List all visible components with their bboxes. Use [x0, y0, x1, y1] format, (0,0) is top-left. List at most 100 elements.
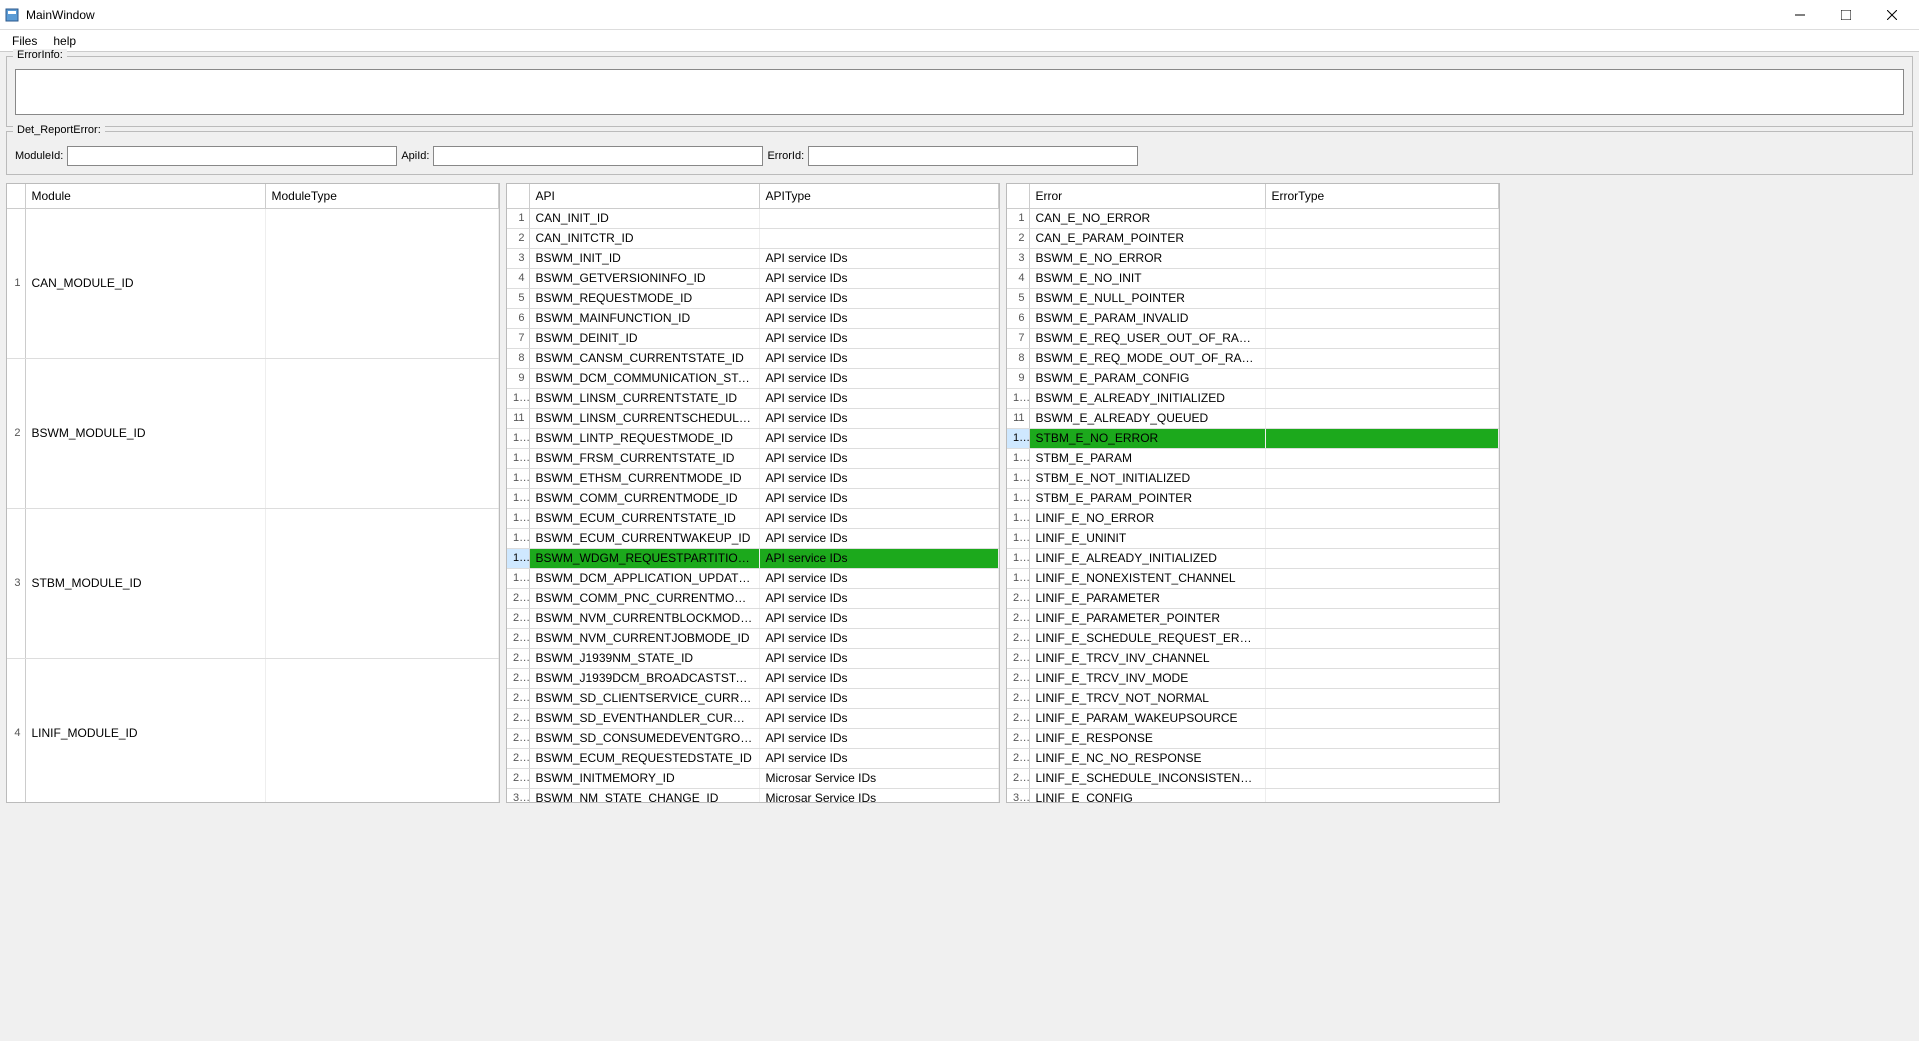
- table-row[interactable]: 3BSWM_INIT_IDAPI service IDs: [507, 248, 999, 268]
- module-col-type[interactable]: ModuleType: [265, 184, 499, 208]
- table-row[interactable]: 2BSWM_MODULE_ID: [7, 358, 499, 508]
- row-number: 25: [1007, 688, 1029, 708]
- table-row[interactable]: 26BSWM_SD_EVENTHANDLER_CURRENT_IDAPI ser…: [507, 708, 999, 728]
- table-row[interactable]: 1CAN_E_NO_ERROR: [1007, 208, 1499, 228]
- table-row[interactable]: 5BSWM_REQUESTMODE_IDAPI service IDs: [507, 288, 999, 308]
- table-row[interactable]: 23LINIF_E_TRCV_INV_CHANNEL: [1007, 648, 1499, 668]
- moduleid-input[interactable]: [67, 146, 397, 166]
- table-row[interactable]: 21LINIF_E_PARAMETER_POINTER: [1007, 608, 1499, 628]
- table-row[interactable]: 24BSWM_J1939DCM_BROADCASTSTATUS_IDAPI se…: [507, 668, 999, 688]
- row-number: 27: [1007, 728, 1029, 748]
- table-row[interactable]: 17BSWM_ECUM_CURRENTWAKEUP_IDAPI service …: [507, 528, 999, 548]
- maximize-button[interactable]: [1823, 0, 1869, 30]
- module-table[interactable]: Module ModuleType 1CAN_MODULE_ID2BSWM_MO…: [7, 184, 499, 802]
- row-number: 24: [507, 668, 529, 688]
- table-row[interactable]: 23BSWM_J1939NM_STATE_IDAPI service IDs: [507, 648, 999, 668]
- table-row[interactable]: 2CAN_INITCTR_ID: [507, 228, 999, 248]
- error-col-error[interactable]: Error: [1029, 184, 1265, 208]
- apiid-input[interactable]: [433, 146, 763, 166]
- table-row[interactable]: 18BSWM_WDGM_REQUESTPARTITIONRESET_IDAPI …: [507, 548, 999, 568]
- table-row[interactable]: 1CAN_MODULE_ID: [7, 208, 499, 358]
- module-col-module[interactable]: Module: [25, 184, 265, 208]
- table-row[interactable]: 28LINIF_E_NC_NO_RESPONSE: [1007, 748, 1499, 768]
- table-row[interactable]: 18LINIF_E_ALREADY_INITIALIZED: [1007, 548, 1499, 568]
- table-row[interactable]: 17LINIF_E_UNINIT: [1007, 528, 1499, 548]
- table-row[interactable]: 22LINIF_E_SCHEDULE_REQUEST_ERROR: [1007, 628, 1499, 648]
- error-cell: LINIF_E_PARAM_WAKEUPSOURCE: [1029, 708, 1265, 728]
- table-row[interactable]: 7BSWM_DEINIT_IDAPI service IDs: [507, 328, 999, 348]
- menu-files[interactable]: Files: [4, 32, 45, 50]
- table-row[interactable]: 27BSWM_SD_CONSUMEDEVENTGROUP_IDAPI servi…: [507, 728, 999, 748]
- table-row[interactable]: 12BSWM_LINTP_REQUESTMODE_IDAPI service I…: [507, 428, 999, 448]
- table-row[interactable]: 9BSWM_DCM_COMMUNICATION_STATE_IDAPI serv…: [507, 368, 999, 388]
- table-row[interactable]: 22BSWM_NVM_CURRENTJOBMODE_IDAPI service …: [507, 628, 999, 648]
- api-cell: BSWM_J1939DCM_BROADCASTSTATUS_ID: [529, 668, 759, 688]
- table-row[interactable]: 15BSWM_COMM_CURRENTMODE_IDAPI service ID…: [507, 488, 999, 508]
- error-col-type[interactable]: ErrorType: [1265, 184, 1499, 208]
- row-number: 7: [1007, 328, 1029, 348]
- table-row[interactable]: 16BSWM_ECUM_CURRENTSTATE_IDAPI service I…: [507, 508, 999, 528]
- table-row[interactable]: 4BSWM_GETVERSIONINFO_IDAPI service IDs: [507, 268, 999, 288]
- table-row[interactable]: 8BSWM_CANSM_CURRENTSTATE_IDAPI service I…: [507, 348, 999, 368]
- table-row[interactable]: 20LINIF_E_PARAMETER: [1007, 588, 1499, 608]
- api-cell: BSWM_NM_STATE_CHANGE_ID: [529, 788, 759, 802]
- error-table[interactable]: Error ErrorType 1CAN_E_NO_ERROR2CAN_E_PA…: [1007, 184, 1499, 802]
- table-row[interactable]: 29BSWM_INITMEMORY_IDMicrosar Service IDs: [507, 768, 999, 788]
- table-row[interactable]: 30LINIF_E_CONFIG: [1007, 788, 1499, 802]
- api-col-api[interactable]: API: [529, 184, 759, 208]
- table-row[interactable]: 4BSWM_E_NO_INIT: [1007, 268, 1499, 288]
- table-row[interactable]: 19LINIF_E_NONEXISTENT_CHANNEL: [1007, 568, 1499, 588]
- table-row[interactable]: 25BSWM_SD_CLIENTSERVICE_CURRENT_IDAPI se…: [507, 688, 999, 708]
- table-row[interactable]: 16LINIF_E_NO_ERROR: [1007, 508, 1499, 528]
- table-row[interactable]: 25LINIF_E_TRCV_NOT_NORMAL: [1007, 688, 1499, 708]
- table-row[interactable]: 9BSWM_E_PARAM_CONFIG: [1007, 368, 1499, 388]
- errorid-input[interactable]: [808, 146, 1138, 166]
- error-type-cell: [1265, 488, 1499, 508]
- table-row[interactable]: 1CAN_INIT_ID: [507, 208, 999, 228]
- table-row[interactable]: 30BSWM_NM_STATE_CHANGE_IDMicrosar Servic…: [507, 788, 999, 802]
- row-number: 19: [507, 568, 529, 588]
- table-row[interactable]: 3STBM_MODULE_ID: [7, 508, 499, 658]
- table-row[interactable]: 28BSWM_ECUM_REQUESTEDSTATE_IDAPI service…: [507, 748, 999, 768]
- api-cell: BSWM_INIT_ID: [529, 248, 759, 268]
- table-row[interactable]: 7BSWM_E_REQ_USER_OUT_OF_RANGE: [1007, 328, 1499, 348]
- table-row[interactable]: 15STBM_E_PARAM_POINTER: [1007, 488, 1499, 508]
- api-col-type[interactable]: APIType: [759, 184, 999, 208]
- error-cell: STBM_E_PARAM: [1029, 448, 1265, 468]
- table-row[interactable]: 3BSWM_E_NO_ERROR: [1007, 248, 1499, 268]
- table-row[interactable]: 2CAN_E_PARAM_POINTER: [1007, 228, 1499, 248]
- table-row[interactable]: 20BSWM_COMM_PNC_CURRENTMODE_IDAPI servic…: [507, 588, 999, 608]
- minimize-button[interactable]: [1777, 0, 1823, 30]
- table-row[interactable]: 12STBM_E_NO_ERROR: [1007, 428, 1499, 448]
- table-row[interactable]: 6BSWM_E_PARAM_INVALID: [1007, 308, 1499, 328]
- table-row[interactable]: 19BSWM_DCM_APPLICATION_UPDATED_IDAPI ser…: [507, 568, 999, 588]
- api-cell: BSWM_SD_CONSUMEDEVENTGROUP_ID: [529, 728, 759, 748]
- close-button[interactable]: [1869, 0, 1915, 30]
- errorinfo-textarea[interactable]: [15, 69, 1904, 115]
- error-type-cell: [1265, 568, 1499, 588]
- table-row[interactable]: 11BSWM_LINSM_CURRENTSCHEDULE_IDAPI servi…: [507, 408, 999, 428]
- api-type-cell: API service IDs: [759, 668, 999, 688]
- table-row[interactable]: 11BSWM_E_ALREADY_QUEUED: [1007, 408, 1499, 428]
- error-type-cell: [1265, 608, 1499, 628]
- table-row[interactable]: 6BSWM_MAINFUNCTION_IDAPI service IDs: [507, 308, 999, 328]
- menu-help[interactable]: help: [45, 32, 84, 50]
- table-row[interactable]: 29LINIF_E_SCHEDULE_INCONSISTENT_ERROR: [1007, 768, 1499, 788]
- api-table[interactable]: API APIType 1CAN_INIT_ID2CAN_INITCTR_ID3…: [507, 184, 999, 802]
- table-row[interactable]: 24LINIF_E_TRCV_INV_MODE: [1007, 668, 1499, 688]
- table-row[interactable]: 10BSWM_LINSM_CURRENTSTATE_IDAPI service …: [507, 388, 999, 408]
- table-row[interactable]: 14STBM_E_NOT_INITIALIZED: [1007, 468, 1499, 488]
- error-cell: STBM_E_NOT_INITIALIZED: [1029, 468, 1265, 488]
- table-row[interactable]: 13BSWM_FRSM_CURRENTSTATE_IDAPI service I…: [507, 448, 999, 468]
- table-row[interactable]: 10BSWM_E_ALREADY_INITIALIZED: [1007, 388, 1499, 408]
- table-row[interactable]: 27LINIF_E_RESPONSE: [1007, 728, 1499, 748]
- table-row[interactable]: 5BSWM_E_NULL_POINTER: [1007, 288, 1499, 308]
- table-row[interactable]: 14BSWM_ETHSM_CURRENTMODE_IDAPI service I…: [507, 468, 999, 488]
- error-type-cell: [1265, 428, 1499, 448]
- table-row[interactable]: 26LINIF_E_PARAM_WAKEUPSOURCE: [1007, 708, 1499, 728]
- row-number: 23: [507, 648, 529, 668]
- table-row[interactable]: 13STBM_E_PARAM: [1007, 448, 1499, 468]
- table-row[interactable]: 21BSWM_NVM_CURRENTBLOCKMODE_IDAPI servic…: [507, 608, 999, 628]
- table-row[interactable]: 8BSWM_E_REQ_MODE_OUT_OF_RANGE: [1007, 348, 1499, 368]
- table-row[interactable]: 4LINIF_MODULE_ID: [7, 658, 499, 802]
